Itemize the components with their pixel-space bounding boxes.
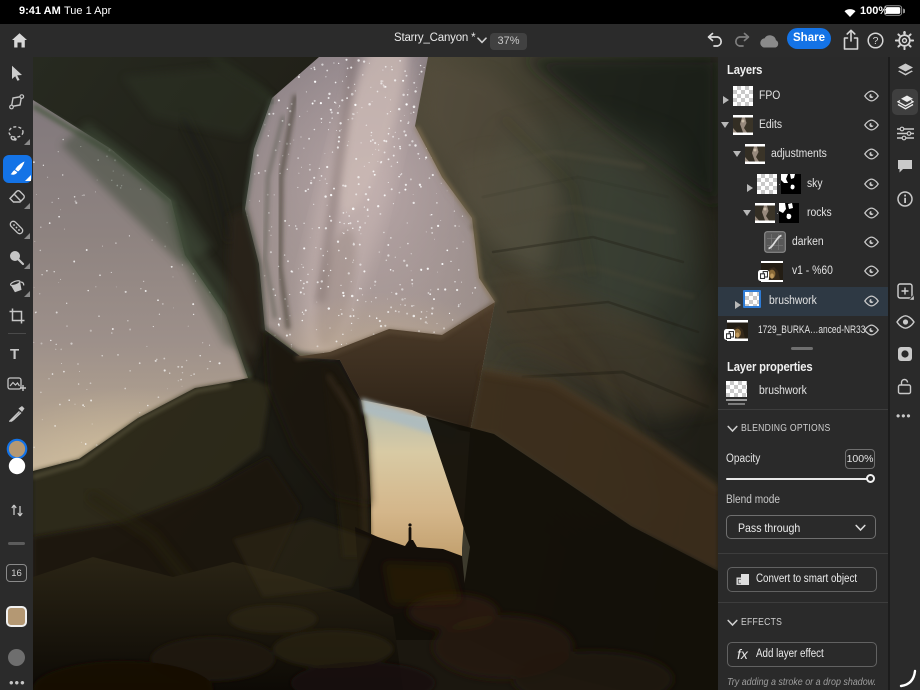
svg-text:?: ? <box>873 35 879 47</box>
